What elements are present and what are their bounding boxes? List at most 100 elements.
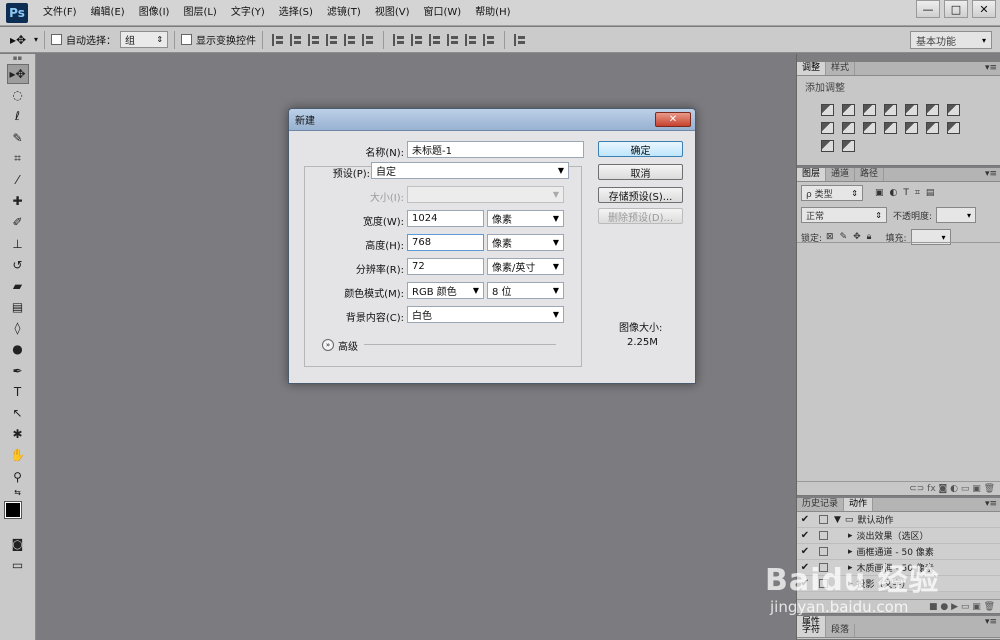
bit-depth-dropdown[interactable]: 8 位 ▼: [487, 282, 564, 299]
crop-tool-icon[interactable]: ⌗: [7, 149, 29, 169]
history-brush-tool-icon[interactable]: ↺: [7, 255, 29, 275]
menu-layer[interactable]: 图层(L): [176, 0, 223, 26]
menu-image[interactable]: 图像(I): [132, 0, 177, 26]
minimize-button[interactable]: —: [916, 0, 940, 18]
layer-filter-icons[interactable]: ▣◐T⌗▤: [875, 188, 940, 198]
action-check-icon[interactable]: ✔: [797, 514, 813, 525]
marquee-tool-icon[interactable]: ◌: [7, 85, 29, 105]
menu-view[interactable]: 视图(V): [368, 0, 417, 26]
delete-preset-button[interactable]: 删除预设(D)...: [598, 208, 683, 224]
show-transform-checkbox[interactable]: [181, 34, 193, 45]
exposure-icon[interactable]: [884, 104, 897, 116]
menu-filter[interactable]: 滤镜(T): [320, 0, 368, 26]
menu-type[interactable]: 文字(Y): [224, 0, 272, 26]
action-check-icon[interactable]: ✔: [797, 530, 813, 541]
panel-menu-icon[interactable]: ▾≡: [985, 499, 997, 509]
action-item[interactable]: ✔ ▸ 淡出效果（选区）: [797, 528, 1000, 544]
selective-color-icon[interactable]: [842, 140, 855, 152]
tab-layers[interactable]: 图层: [797, 168, 827, 181]
align-left-icon[interactable]: [326, 33, 338, 46]
quick-select-tool-icon[interactable]: ✎: [7, 128, 29, 148]
invert-icon[interactable]: [905, 122, 918, 134]
eyedropper-tool-icon[interactable]: ⁄: [7, 170, 29, 190]
lasso-tool-icon[interactable]: ℓ: [7, 106, 29, 126]
action-item[interactable]: ✔ ▼ ▭ 默认动作: [797, 512, 1000, 528]
move-tool-icon[interactable]: ▸✥: [6, 64, 29, 84]
align-right-icon[interactable]: [362, 33, 374, 46]
auto-select-checkbox[interactable]: [51, 34, 63, 45]
distribute-right-icon[interactable]: [483, 33, 495, 46]
height-input[interactable]: 768: [407, 234, 484, 251]
distribute-top-icon[interactable]: [393, 33, 405, 46]
brush-tool-icon[interactable]: ✐: [7, 212, 29, 232]
panel-menu-icon[interactable]: ▾≡: [985, 63, 997, 73]
pen-tool-icon[interactable]: ✒: [7, 361, 29, 381]
swap-colors-icon[interactable]: ⇆: [0, 488, 35, 498]
ok-button[interactable]: 确定: [598, 141, 683, 157]
shape-tool-icon[interactable]: ✱: [7, 424, 29, 444]
panel-grip-icon[interactable]: ▪▪: [0, 54, 35, 64]
gradient-map-icon[interactable]: [821, 140, 834, 152]
channel-mixer-icon[interactable]: [863, 122, 876, 134]
levels-icon[interactable]: [842, 104, 855, 116]
color-mode-dropdown[interactable]: RGB 颜色 ▼: [407, 282, 484, 299]
dialog-close-button[interactable]: ✕: [655, 112, 691, 127]
vibrance-icon[interactable]: [905, 104, 918, 116]
tab-styles[interactable]: 样式: [826, 62, 856, 75]
expand-triangle-icon[interactable]: ▼: [834, 515, 841, 525]
tab-character[interactable]: 字符: [797, 624, 827, 637]
workspace-dropdown[interactable]: 基本功能 ▾: [910, 31, 992, 49]
lock-icons[interactable]: ⊠✎✥🔒︎: [826, 232, 877, 242]
tool-preset-dropdown-icon[interactable]: ▾: [34, 35, 38, 44]
menu-help[interactable]: 帮助(H): [468, 0, 517, 26]
save-preset-button[interactable]: 存储预设(S)...: [598, 187, 683, 203]
tab-channels[interactable]: 通道: [826, 168, 856, 181]
distribute-left-icon[interactable]: [447, 33, 459, 46]
align-bottom-icon[interactable]: [308, 33, 320, 46]
menu-edit[interactable]: 编辑(E): [84, 0, 132, 26]
path-select-tool-icon[interactable]: ↖: [7, 403, 29, 423]
type-tool-icon[interactable]: T: [7, 382, 29, 402]
move-tool-icon[interactable]: ▸✥: [10, 33, 30, 47]
align-top-icon[interactable]: [272, 33, 284, 46]
hue-saturation-icon[interactable]: [926, 104, 939, 116]
panel-menu-icon[interactable]: ▾≡: [985, 169, 997, 179]
width-unit-dropdown[interactable]: 像素 ▼: [487, 210, 564, 227]
hand-tool-icon[interactable]: ✋: [7, 445, 29, 465]
advanced-label[interactable]: 高级: [338, 338, 358, 353]
cancel-button[interactable]: 取消: [598, 164, 683, 180]
show-transform-option[interactable]: 显示变换控件: [181, 32, 256, 47]
tab-adjustments[interactable]: 调整: [797, 62, 827, 75]
brightness-icon[interactable]: [821, 104, 834, 116]
action-dialog-toggle[interactable]: [819, 515, 828, 524]
restore-button[interactable]: □: [944, 0, 968, 18]
auto-select-dropdown[interactable]: 组 ⇕: [120, 31, 169, 48]
width-input[interactable]: 1024: [407, 210, 484, 227]
resolution-unit-dropdown[interactable]: 像素/英寸 ▼: [487, 258, 564, 275]
distribute-hcenter-icon[interactable]: [465, 33, 477, 46]
menu-window[interactable]: 窗口(W): [416, 0, 468, 26]
layer-filter-dropdown[interactable]: ρ 类型 ⇕: [801, 185, 863, 201]
name-input[interactable]: 未标题-1: [407, 141, 584, 158]
healing-brush-tool-icon[interactable]: ✚: [7, 191, 29, 211]
height-unit-dropdown[interactable]: 像素 ▼: [487, 234, 564, 251]
quick-mask-icon[interactable]: ◙: [7, 534, 29, 554]
blend-mode-dropdown[interactable]: 正常 ⇕: [801, 207, 887, 223]
screen-mode-icon[interactable]: ▭: [7, 555, 29, 575]
layers-footer-icons[interactable]: ⊂⊃ fx ◙ ◐ ▭ ▣ 🗑︎: [797, 481, 1000, 495]
dodge-tool-icon[interactable]: ●: [7, 339, 29, 359]
photo-filter-icon[interactable]: [842, 122, 855, 134]
blur-tool-icon[interactable]: ◊: [7, 318, 29, 338]
preset-dropdown[interactable]: 自定 ▼: [371, 162, 569, 179]
align-hcenter-icon[interactable]: [344, 33, 356, 46]
background-dropdown[interactable]: 白色 ▼: [407, 306, 564, 323]
black-white-icon[interactable]: [821, 122, 834, 134]
resolution-input[interactable]: 72: [407, 258, 484, 275]
curves-icon[interactable]: [863, 104, 876, 116]
advanced-expand-icon[interactable]: »: [322, 339, 334, 351]
clone-stamp-tool-icon[interactable]: ⊥: [7, 234, 29, 254]
posterize-icon[interactable]: [926, 122, 939, 134]
foreground-color[interactable]: [3, 500, 22, 519]
auto-align-icon[interactable]: [514, 33, 526, 46]
action-dialog-toggle[interactable]: [819, 531, 828, 540]
